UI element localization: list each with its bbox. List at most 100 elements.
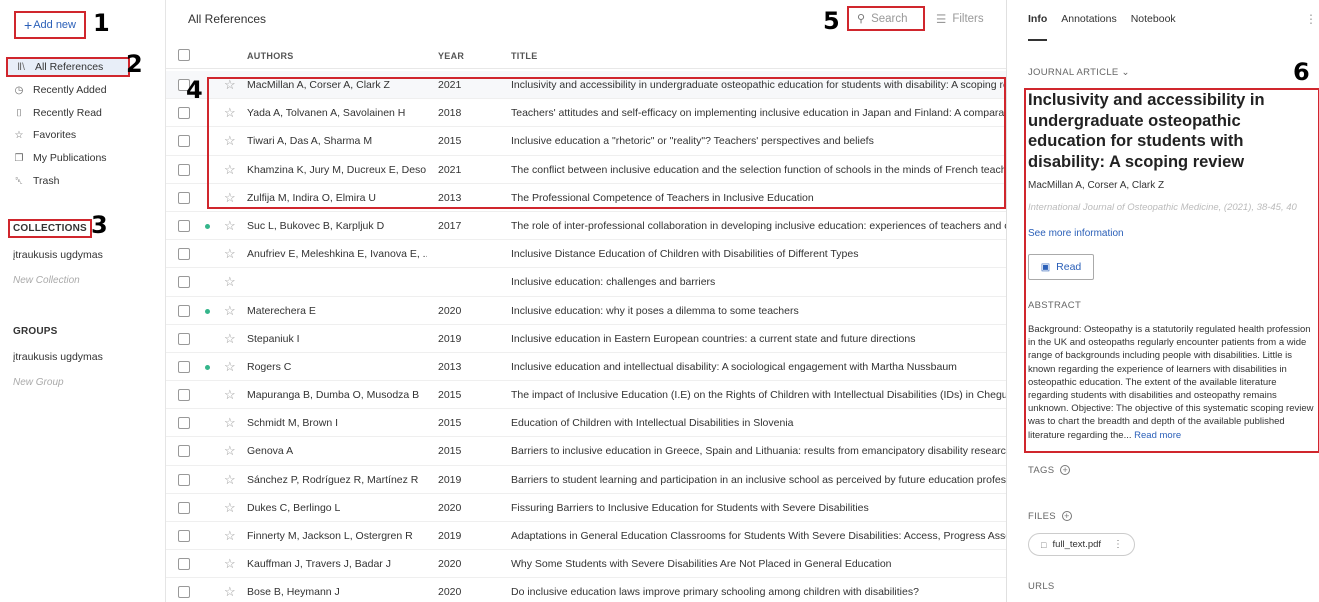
table-row[interactable]: ☆ Genova A 2015 Barriers to inclusive educa…	[166, 437, 1006, 466]
table-row[interactable]: ☆ Rogers C 2013 Inclusive education and int…	[166, 353, 1006, 382]
row-checkbox[interactable]	[178, 501, 190, 514]
sidebar-item-label: Recently Read	[33, 107, 102, 119]
star-icon[interactable]: ☆	[224, 274, 236, 290]
star-icon[interactable]: ☆	[224, 246, 236, 262]
row-checkbox[interactable]	[178, 304, 190, 317]
star-icon[interactable]: ☆	[224, 218, 236, 234]
table-row[interactable]: ☆ Kauffman J, Travers J, Badar J 2020 Why S…	[166, 550, 1006, 579]
star-icon[interactable]: ☆	[224, 528, 236, 544]
star-icon[interactable]: ☆	[224, 77, 236, 93]
row-authors: Yada A, Tolvanen A, Savolainen H	[247, 107, 406, 120]
more-options-icon[interactable]: ⋮	[1305, 12, 1317, 26]
row-checkbox[interactable]	[178, 163, 190, 176]
row-checkbox[interactable]	[178, 586, 190, 599]
row-checkbox[interactable]	[178, 276, 190, 289]
table-row[interactable]: ☆ Sánchez P, Rodríguez R, Martínez R 2019 B…	[166, 466, 1006, 494]
row-checkbox[interactable]	[178, 107, 190, 120]
table-row[interactable]: ☆ Suc L, Bukovec B, Karpljuk D 2017 The rol…	[166, 212, 1006, 241]
annotation-number-2: 2	[126, 50, 143, 78]
table-header: AUTHORS YEAR TITLE	[166, 43, 1006, 69]
search-icon: ⚲	[857, 13, 866, 25]
search-button[interactable]: ⚲ Search	[847, 6, 925, 31]
see-more-information-link[interactable]: See more information	[1028, 228, 1124, 239]
read-button[interactable]: ▣ Read	[1028, 254, 1094, 280]
top-bar: All References ⚲ Search ☰ Filters	[166, 0, 1006, 40]
star-icon[interactable]: ☆	[224, 133, 236, 149]
new-group-link[interactable]: New Group	[13, 377, 64, 388]
star-icon[interactable]: ☆	[224, 415, 236, 431]
row-title: Fissuring Barriers to Inclusive Educatio…	[511, 501, 869, 514]
star-icon[interactable]: ☆	[224, 556, 236, 572]
add-file-icon[interactable]: +	[1061, 511, 1072, 522]
star-icon[interactable]: ☆	[224, 359, 236, 375]
table-row[interactable]: ☆ Tiwari A, Das A, Sharma M 2015 Inclusive …	[166, 127, 1006, 156]
row-checkbox[interactable]	[178, 191, 190, 204]
star-icon[interactable]: ☆	[224, 331, 236, 347]
sidebar-item-label: Favorites	[33, 129, 77, 141]
groups-heading: GROUPS	[13, 326, 58, 337]
sidebar-item-favorites[interactable]: ☆ Favorites	[12, 125, 77, 145]
add-tag-icon[interactable]: +	[1060, 465, 1071, 476]
sidebar-item-recently-read[interactable]: ⌷ Recently Read	[12, 103, 102, 123]
column-header-year[interactable]: YEAR	[438, 51, 464, 61]
table-row[interactable]: ☆ Finnerty M, Jackson L, Ostergren R 2019 A…	[166, 522, 1006, 551]
filters-button[interactable]: ☰ Filters	[936, 12, 984, 26]
new-collection-link[interactable]: New Collection	[13, 275, 80, 286]
star-icon[interactable]: ☆	[224, 105, 236, 121]
table-row[interactable]: ☆ Bose B, Heymann J 2020 Do inclusive educa…	[166, 578, 1006, 602]
row-checkbox[interactable]	[178, 473, 190, 486]
row-checkbox[interactable]	[178, 530, 190, 542]
read-more-link[interactable]: Read more	[1134, 430, 1181, 441]
star-icon[interactable]: ☆	[224, 472, 236, 488]
row-checkbox[interactable]	[178, 135, 190, 148]
table-row[interactable]: ☆ Stepaniuk I 2019 Inclusive education in E…	[166, 325, 1006, 353]
star-icon[interactable]: ☆	[224, 584, 236, 600]
star-icon[interactable]: ☆	[224, 387, 236, 403]
row-checkbox[interactable]	[178, 417, 190, 430]
collection-item[interactable]: įtraukusis ugdymas	[13, 249, 103, 261]
group-item[interactable]: įtraukusis ugdymas	[13, 351, 103, 363]
row-year: 2013	[438, 191, 462, 204]
file-chip[interactable]: □ full_text.pdf ⋮	[1028, 533, 1135, 556]
sidebar-item-my-publications[interactable]: ❐ My Publications	[12, 148, 107, 168]
file-options-icon[interactable]: ⋮	[1113, 539, 1123, 550]
table-row[interactable]: ☆ Schmidt M, Brown I 2015 Education of Chil…	[166, 409, 1006, 438]
tab-info[interactable]: Info	[1028, 13, 1047, 25]
table-row[interactable]: ☆ Materechera E 2020 Inclusive education: w…	[166, 297, 1006, 325]
star-icon[interactable]: ☆	[224, 303, 236, 319]
sidebar-item-trash[interactable]: ␡ Trash	[12, 171, 59, 191]
star-icon[interactable]: ☆	[224, 190, 236, 206]
urls-heading: URLS	[1028, 581, 1055, 592]
column-header-authors[interactable]: AUTHORS	[247, 51, 294, 61]
column-header-title[interactable]: TITLE	[511, 51, 538, 61]
page-title: All References	[188, 12, 267, 26]
add-new-label: Add new	[33, 19, 76, 31]
tab-notebook[interactable]: Notebook	[1131, 13, 1176, 25]
row-checkbox[interactable]	[178, 360, 190, 373]
table-row[interactable]: ☆ Inclusive education: challenges and bar…	[166, 268, 1006, 297]
star-icon[interactable]: ☆	[224, 500, 236, 516]
table-row[interactable]: ☆ Dukes C, Berlingo L 2020 Fissuring Barrie…	[166, 494, 1006, 522]
article-type-dropdown[interactable]: JOURNAL ARTICLE ⌄	[1028, 67, 1130, 78]
table-row[interactable]: ☆ MacMillan A, Corser A, Clark Z 2021 Inclu…	[166, 71, 1006, 100]
sidebar-item-all-references[interactable]: Ⅱ\ All References	[6, 57, 130, 77]
table-row[interactable]: ☆ Yada A, Tolvanen A, Savolainen H 2018 Tea…	[166, 99, 1006, 128]
star-icon[interactable]: ☆	[224, 162, 236, 178]
table-row[interactable]: ☆ Anufriev E, Meleshkina E, Ivanova E, ..…	[166, 240, 1006, 269]
row-authors: Mapuranga B, Dumba O, Musodza B	[247, 389, 420, 402]
tab-annotations[interactable]: Annotations	[1061, 13, 1116, 25]
star-icon[interactable]: ☆	[224, 443, 236, 459]
table-row[interactable]: ☆ Khamzina K, Jury M, Ducreux E, Deso... 2…	[166, 156, 1006, 184]
row-checkbox[interactable]	[178, 332, 190, 345]
row-checkbox[interactable]	[178, 219, 190, 232]
sidebar-item-recently-added[interactable]: ◷ Recently Added	[12, 80, 107, 100]
row-checkbox[interactable]	[178, 389, 190, 402]
add-new-button[interactable]: + Add new	[14, 11, 86, 39]
table-row[interactable]: ☆ Mapuranga B, Dumba O, Musodza B 2015 The …	[166, 381, 1006, 410]
row-checkbox[interactable]	[178, 248, 190, 261]
table-row[interactable]: ☆ Zulfija M, Indira O, Elmira U 2013 The Pr…	[166, 184, 1006, 212]
row-checkbox[interactable]	[178, 445, 190, 458]
select-all-checkbox[interactable]	[178, 49, 190, 61]
row-checkbox[interactable]	[178, 558, 190, 571]
row-authors: Tiwari A, Das A, Sharma M	[247, 135, 373, 148]
